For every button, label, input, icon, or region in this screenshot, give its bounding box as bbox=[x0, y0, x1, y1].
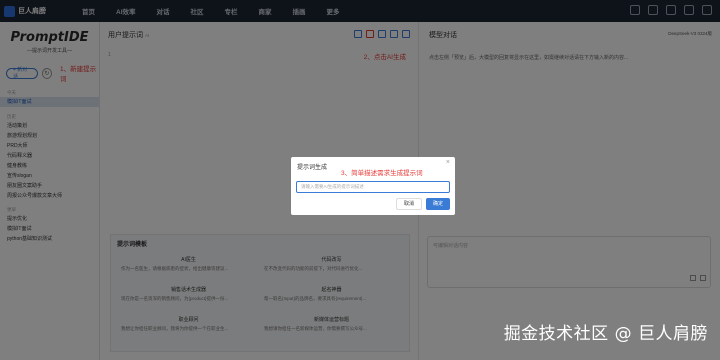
dialog-title: 提示词生成 bbox=[297, 165, 328, 171]
watermark: 掘金技术社区 @ 巨人肩膀 bbox=[503, 324, 708, 344]
prompt-description-input[interactable]: 请输入需要AI生成的提示词描述 bbox=[296, 181, 450, 193]
confirm-button[interactable]: 确定 bbox=[426, 198, 450, 210]
close-icon[interactable]: × bbox=[446, 159, 450, 166]
annotation-step3: 3、简单描述需求生成提示词 bbox=[341, 170, 423, 177]
prompt-generate-dialog: 提示词生成 × 3、简单描述需求生成提示词 请输入需要AI生成的提示词描述 取消… bbox=[291, 157, 455, 215]
cancel-button[interactable]: 取消 bbox=[396, 198, 422, 210]
